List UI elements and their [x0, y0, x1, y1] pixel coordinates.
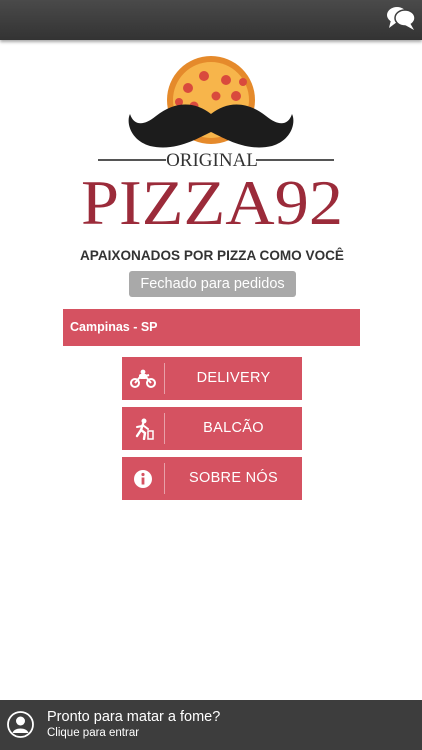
- balcao-button[interactable]: BALCÃO: [122, 407, 302, 450]
- brand-logo: ORIGINAL PIZZA92 APAIXONADOS POR PIZZA C…: [76, 52, 346, 264]
- running-person-icon: [135, 418, 154, 440]
- top-bar: [0, 0, 422, 40]
- login-banner-subtitle: Clique para entrar: [47, 727, 140, 739]
- login-banner[interactable]: Pronto para matar a fome? Clique para en…: [0, 700, 422, 750]
- delivery-button[interactable]: DELIVERY: [122, 357, 302, 400]
- city-selector[interactable]: Campinas - SP: [63, 309, 360, 346]
- delivery-label: DELIVERY: [196, 370, 271, 386]
- chat-bubbles-icon: [387, 7, 416, 30]
- login-banner-title: Pronto para matar a fome?: [47, 709, 221, 725]
- motorcycle-icon: [130, 369, 156, 388]
- logo-slogan: APAIXONADOS POR PIZZA COMO VOCÊ: [80, 246, 344, 263]
- about-button[interactable]: SOBRE NÓS: [122, 457, 302, 500]
- balcao-label: BALCÃO: [203, 420, 264, 436]
- chat-button[interactable]: [384, 2, 418, 34]
- logo-brand-name: PIZZA92: [81, 167, 343, 238]
- info-icon: [134, 469, 152, 488]
- user-avatar-icon: [7, 711, 34, 738]
- store-status-badge: Fechado para pedidos: [129, 271, 296, 297]
- about-label: SOBRE NÓS: [189, 470, 278, 486]
